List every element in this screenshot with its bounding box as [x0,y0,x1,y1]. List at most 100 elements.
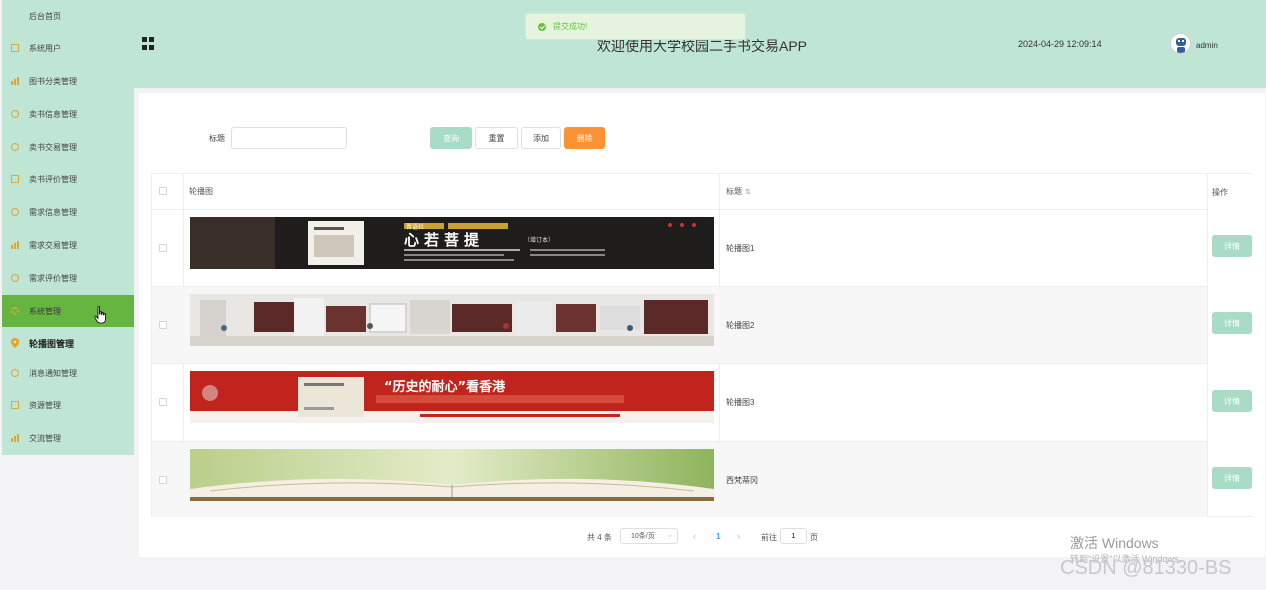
banner-book-subtitle: （增订本） [524,238,555,244]
sidebar-item-label: 消息通知管理 [29,368,77,378]
detail-button[interactable]: 详情 [1212,235,1252,257]
row-title: 西梵蒂冈 [726,476,758,485]
sidebar-item-label: 需求评价管理 [29,273,77,283]
table-row: 轮播图2 [152,286,1207,363]
bar-chart-icon [11,434,19,442]
sidebar-item-book-category[interactable]: 图书分类管理 [2,65,134,97]
page-size-value: 10条/页 [631,533,655,540]
row-checkbox[interactable] [159,398,167,406]
sidebar-item-demand-review[interactable]: 需求评价管理 [2,262,134,294]
delete-button[interactable]: 删除 [564,127,605,149]
windows-activation-watermark: 激活 Windows [1070,535,1159,551]
page-suffix-label: 页 [810,533,818,542]
chat-icon [11,110,19,118]
sidebar-item-label: 卖书信息管理 [29,109,77,119]
title-search-input[interactable] [231,127,347,149]
detail-button[interactable]: 详情 [1212,467,1252,489]
chevron-down-icon: ⌵ [667,533,672,539]
bar-chart-icon [11,77,19,85]
row-title: 轮播图1 [726,244,755,253]
sidebar-item-resources[interactable]: 资源管理 [2,389,134,421]
document-icon [11,175,19,183]
check-circle-icon [11,369,19,377]
select-all-checkbox[interactable] [159,187,167,195]
column-header-image: 轮播图 [189,187,213,196]
sidebar-item-home[interactable]: 后台首页 [2,0,134,32]
detail-button[interactable]: 详情 [1212,312,1252,334]
document-icon [11,44,19,52]
sidebar-item-sell-info[interactable]: 卖书信息管理 [2,98,134,130]
sidebar-item-notice[interactable]: 消息通知管理 [2,357,134,389]
location-pin-icon [11,338,19,348]
reset-button[interactable]: 重置 [475,127,518,149]
document-icon [11,401,19,409]
prev-page-button[interactable]: ‹ [693,531,696,541]
carousel-table: 轮播图 标题 ⇅ 晋语社 心若菩提 （增订本） 轮播图1 轮播图2 “历史的耐心… [151,173,1252,517]
goto-label: 前往 [761,533,777,542]
success-toast: 提交成功! [525,13,746,40]
main-content: 标题 查询 重置 添加 删除 轮播图 标题 ⇅ 晋语社 心若菩提 （增订本） 轮… [139,93,1265,557]
sidebar-item-system-users[interactable]: 系统用户 [2,32,134,64]
sidebar-item-label: 系统用户 [29,43,61,53]
sidebar-item-sell-review[interactable]: 卖书评价管理 [2,163,134,195]
table-row: 晋语社 心若菩提 （增订本） 轮播图1 [152,209,1207,286]
sidebar-item-label: 系统管理 [29,306,61,316]
toast-message: 提交成功! [553,22,588,31]
current-datetime: 2024-04-29 12:09:14 [1018,39,1102,49]
sidebar-item-carousel[interactable]: 轮播图管理 [2,327,134,359]
username[interactable]: admin [1196,41,1218,50]
detail-button[interactable]: 详情 [1212,390,1252,412]
sidebar-item-label: 交流管理 [29,433,61,443]
sidebar: 后台首页 系统用户 图书分类管理 卖书信息管理 卖书交易管理 卖书评价管理 需求… [2,0,134,455]
check-circle-icon [11,274,19,282]
title-search-label: 标题 [209,134,225,143]
table-row: “历史的耐心”看香港 轮播图3 [152,363,1207,441]
chat-icon [11,208,19,216]
query-button[interactable]: 查询 [430,127,472,149]
check-circle-icon [11,143,19,151]
next-page-button[interactable]: › [737,531,740,541]
banner-book-title: 心若菩提 [404,231,485,249]
hand-cursor-icon [94,306,106,324]
table-row: 西梵蒂冈 [152,441,1207,517]
banner-image-3: “历史的耐心”看香港 [190,371,714,423]
success-icon [538,22,546,31]
menu-grid-icon[interactable] [142,37,155,50]
sidebar-item-sell-trade[interactable]: 卖书交易管理 [2,131,134,163]
row-checkbox[interactable] [159,321,167,329]
sidebar-item-system-management[interactable]: 系统管理 [2,295,134,327]
banner-image-1: 晋语社 心若菩提 （增订本） [190,217,714,269]
column-header-title[interactable]: 标题 ⇅ [721,174,751,209]
pagination-total: 共 4 条 [587,533,612,542]
sort-icon[interactable]: ⇅ [745,188,751,196]
banner-image-4 [190,449,714,501]
sidebar-item-demand-info[interactable]: 需求信息管理 [2,196,134,228]
add-button[interactable]: 添加 [521,127,561,149]
row-title: 轮播图2 [726,321,755,330]
banner-book-title: “历史的耐心”看香港 [384,380,506,395]
sidebar-item-label: 轮播图管理 [29,338,75,349]
sidebar-item-label: 卖书交易管理 [29,142,77,152]
sidebar-item-label: 需求交易管理 [29,240,77,250]
sidebar-item-communication[interactable]: 交流管理 [2,422,134,454]
csdn-watermark: CSDN @81330-BS [1060,557,1232,579]
banner-image-2 [190,294,714,346]
column-header-action: 操作 [1212,188,1228,197]
row-checkbox[interactable] [159,476,167,484]
column-header-title-label: 标题 [726,187,742,196]
sidebar-item-label: 图书分类管理 [29,76,77,86]
sidebar-item-label: 后台首页 [29,11,61,21]
sidebar-item-label: 需求信息管理 [29,207,77,217]
row-title: 轮播图3 [726,398,755,407]
avatar[interactable] [1170,33,1191,54]
sidebar-item-demand-trade[interactable]: 需求交易管理 [2,229,134,261]
bar-chart-icon [11,241,19,249]
row-checkbox[interactable] [159,244,167,252]
goto-page-input[interactable] [780,528,807,544]
sidebar-item-label: 资源管理 [29,400,61,410]
action-column [1207,174,1252,516]
page-size-select[interactable]: 10条/页 ⌵ [620,528,678,544]
gear-icon [11,307,19,315]
sidebar-item-label: 卖书评价管理 [29,174,77,184]
page-number-1[interactable]: 1 [716,532,720,541]
